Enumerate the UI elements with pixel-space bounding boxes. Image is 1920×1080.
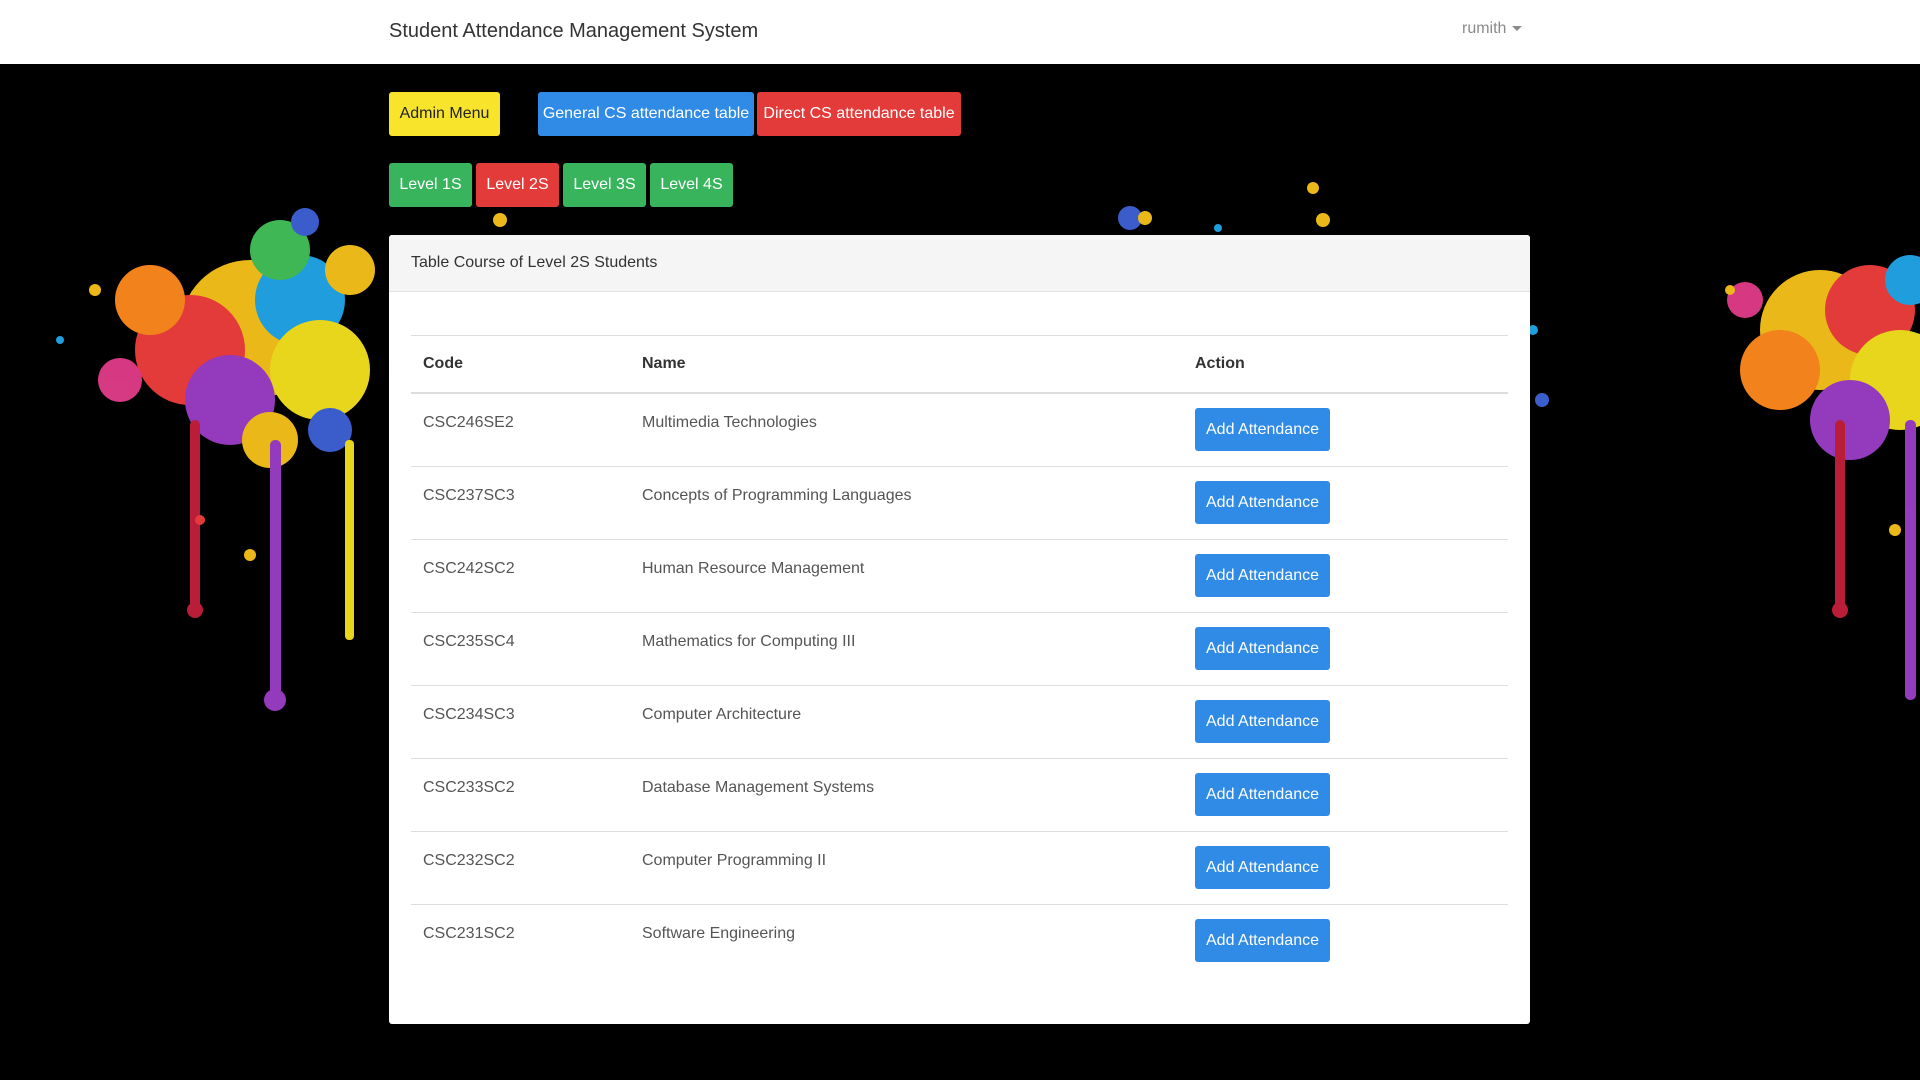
course-name: Software Engineering xyxy=(642,925,795,942)
caret-down-icon xyxy=(1512,26,1523,32)
table-row: CSC242SC2 Human Resource Management Add At… xyxy=(411,539,1508,613)
course-code: CSC231SC2 xyxy=(423,925,515,942)
course-code: CSC234SC3 xyxy=(423,706,515,723)
course-code-cell: CSC235SC4 xyxy=(411,612,630,686)
course-name-cell: Computer Programming II xyxy=(630,831,1183,905)
course-code-cell: CSC237SC3 xyxy=(411,466,630,540)
course-action-cell: Add Attendance xyxy=(1183,831,1508,905)
add-attendance-button[interactable]: Add Attendance xyxy=(1195,773,1330,816)
table-row: CSC237SC3 Concepts of Programming Languag… xyxy=(411,466,1508,540)
table-row: CSC232SC2 Computer Programming II Add Atte… xyxy=(411,831,1508,905)
course-action-cell: Add Attendance xyxy=(1183,539,1508,613)
panel-title: Table Course of Level 2S Students xyxy=(389,235,1530,292)
course-name: Human Resource Management xyxy=(642,560,865,577)
course-action-cell: Add Attendance xyxy=(1183,905,1508,978)
course-code-cell: CSC231SC2 xyxy=(411,905,630,978)
course-name-cell: Mathematics for Computing III xyxy=(630,612,1183,686)
course-code-cell: CSC246SE2 xyxy=(411,393,630,467)
add-attendance-button[interactable]: Add Attendance xyxy=(1195,700,1330,743)
course-code: CSC233SC2 xyxy=(423,779,515,796)
course-code: CSC232SC2 xyxy=(423,852,515,869)
level-4s-button[interactable]: Level 4S xyxy=(650,163,733,207)
course-code-cell: CSC234SC3 xyxy=(411,685,630,759)
add-attendance-button[interactable]: Add Attendance xyxy=(1195,919,1330,962)
course-name: Concepts of Programming Languages xyxy=(642,487,912,504)
table-row: CSC246SE2 Multimedia Technologies Add Atte… xyxy=(411,393,1508,467)
course-table-panel: Table Course of Level 2S Students Code N… xyxy=(389,235,1530,1024)
level-2s-button[interactable]: Level 2S xyxy=(476,163,559,207)
course-code: CSC242SC2 xyxy=(423,560,515,577)
column-header-action: Action xyxy=(1183,335,1508,394)
course-action-cell: Add Attendance xyxy=(1183,612,1508,686)
course-code-cell: CSC233SC2 xyxy=(411,758,630,832)
table-row: CSC233SC2 Database Management Systems Add … xyxy=(411,758,1508,832)
table-row: CSC234SC3 Computer Architecture Add Attend… xyxy=(411,685,1508,759)
course-name: Mathematics for Computing III xyxy=(642,633,856,650)
course-action-cell: Add Attendance xyxy=(1183,685,1508,759)
course-action-cell: Add Attendance xyxy=(1183,758,1508,832)
general-cs-attendance-button[interactable]: General CS attendance table xyxy=(538,92,754,136)
course-code-cell: CSC242SC2 xyxy=(411,539,630,613)
course-code: CSC235SC4 xyxy=(423,633,515,650)
course-code-cell: CSC232SC2 xyxy=(411,831,630,905)
admin-menu-button[interactable]: Admin Menu xyxy=(389,92,500,136)
add-attendance-button[interactable]: Add Attendance xyxy=(1195,554,1330,597)
course-name-cell: Multimedia Technologies xyxy=(630,393,1183,467)
column-header-code: Code xyxy=(411,335,630,394)
course-name: Computer Programming II xyxy=(642,852,827,869)
level-1s-button[interactable]: Level 1S xyxy=(389,163,472,207)
course-name-cell: Software Engineering xyxy=(630,905,1183,978)
course-code: CSC237SC3 xyxy=(423,487,515,504)
course-name-cell: Database Management Systems xyxy=(630,758,1183,832)
add-attendance-button[interactable]: Add Attendance xyxy=(1195,481,1330,524)
course-name: Computer Architecture xyxy=(642,706,802,723)
table-row: CSC235SC4 Mathematics for Computing III Ad… xyxy=(411,612,1508,686)
top-navbar: Student Attendance Management System rum… xyxy=(0,0,1920,64)
user-dropdown[interactable]: rumith xyxy=(1462,20,1523,38)
course-code: CSC246SE2 xyxy=(423,414,514,431)
level-3s-button[interactable]: Level 3S xyxy=(563,163,646,207)
course-name-cell: Concepts of Programming Languages xyxy=(630,466,1183,540)
app-brand[interactable]: Student Attendance Management System xyxy=(389,20,758,43)
course-name: Database Management Systems xyxy=(642,779,875,796)
course-action-cell: Add Attendance xyxy=(1183,466,1508,540)
course-name-cell: Human Resource Management xyxy=(630,539,1183,613)
column-header-name: Name xyxy=(630,335,1183,394)
add-attendance-button[interactable]: Add Attendance xyxy=(1195,627,1330,670)
direct-cs-attendance-button[interactable]: Direct CS attendance table xyxy=(757,92,961,136)
course-name-cell: Computer Architecture xyxy=(630,685,1183,759)
course-table: Code Name Action CSC246SE2 Multimedia Tec… xyxy=(411,335,1508,977)
add-attendance-button[interactable]: Add Attendance xyxy=(1195,846,1330,889)
course-action-cell: Add Attendance xyxy=(1183,393,1508,467)
table-header-row: Code Name Action xyxy=(411,335,1508,394)
table-row: CSC231SC2 Software Engineering Add Attenda… xyxy=(411,905,1508,978)
add-attendance-button[interactable]: Add Attendance xyxy=(1195,408,1330,451)
username-label: rumith xyxy=(1462,20,1507,37)
course-name: Multimedia Technologies xyxy=(642,414,817,431)
